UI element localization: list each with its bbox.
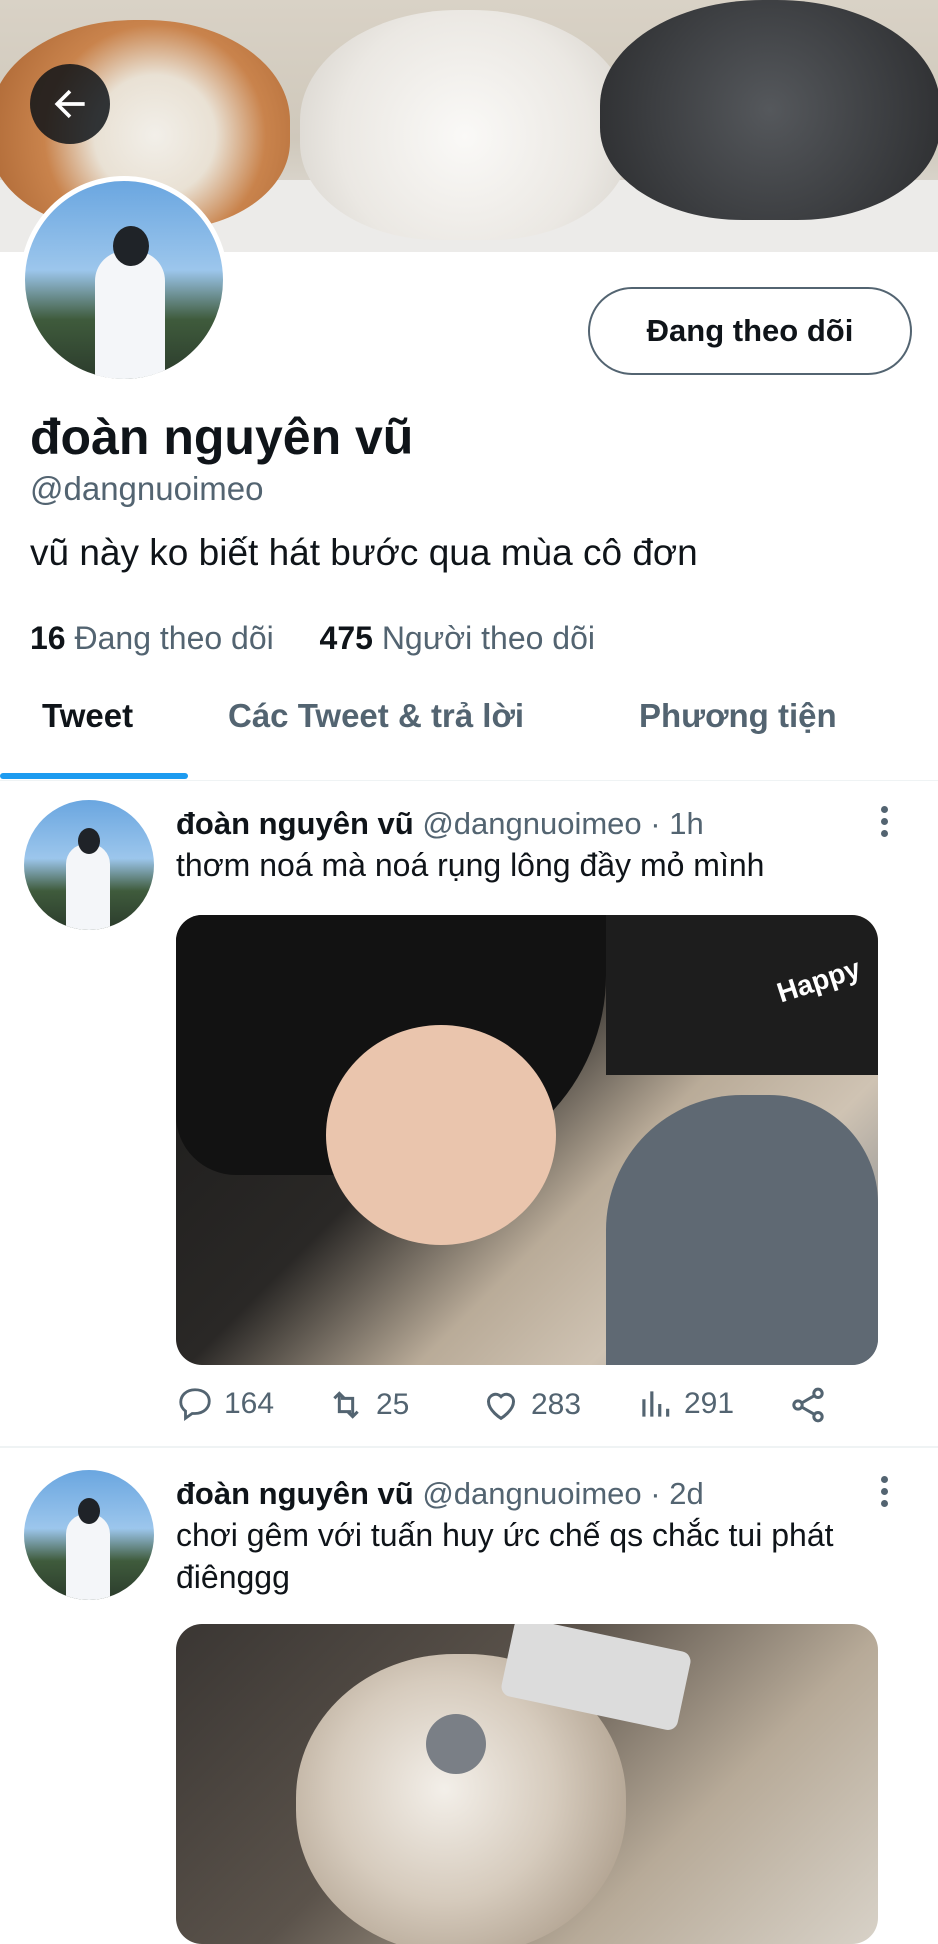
media-headset <box>426 1714 486 1774</box>
tab-media[interactable]: Phương tiện <box>639 680 837 780</box>
tweet-header: đoàn nguyên vũ @dangnuoimeo · 1h <box>176 806 704 842</box>
following-stat[interactable]: 16 Đang theo dõi <box>30 620 283 656</box>
tweet-author-name[interactable]: đoàn nguyên vũ <box>176 1476 414 1511</box>
tweet-avatar[interactable] <box>24 800 154 930</box>
more-vertical-icon[interactable] <box>872 1476 896 1516</box>
avatar-figure <box>66 844 110 930</box>
avatar-figure <box>95 251 165 379</box>
views-icon <box>642 1391 670 1417</box>
arrow-left-icon <box>54 89 85 119</box>
profile-bio: vũ này ko biết hát bước qua mùa cô đơn <box>30 532 698 573</box>
heart-icon <box>487 1392 515 1421</box>
followers-stat[interactable]: 475 Người theo dõi <box>320 620 595 656</box>
share-button[interactable] <box>788 1385 838 1425</box>
tweet-author-name[interactable]: đoàn nguyên vũ <box>176 806 414 841</box>
tweet-time[interactable]: · 1h <box>650 806 703 841</box>
profile-tabs: Tweet Các Tweet & trả lời Phương tiện <box>0 680 938 781</box>
profile-handle: @dangnuoimeo <box>30 470 264 507</box>
tweet-time[interactable]: · 2d <box>650 1476 703 1511</box>
profile-stats: 16 Đang theo dõi 475 Người theo dõi <box>30 620 595 657</box>
followers-label: Người theo dõi <box>381 620 595 656</box>
tweet-avatar[interactable] <box>24 1470 154 1600</box>
tweet-media-image[interactable] <box>176 1624 878 1944</box>
retweet-icon <box>333 1391 359 1419</box>
views-button[interactable]: 291 <box>636 1385 734 1423</box>
avatar-head <box>78 1498 100 1524</box>
reply-icon <box>179 1388 211 1422</box>
tweet-actions: 164 25 283 291 <box>176 1385 876 1435</box>
tweet-media-image[interactable]: Happy <box>176 915 878 1365</box>
like-count: 283 <box>531 1388 582 1421</box>
followers-count: 475 <box>319 620 373 656</box>
like-button[interactable]: 283 <box>481 1385 581 1425</box>
tab-tweets[interactable]: Tweet <box>42 680 133 780</box>
avatar-figure <box>66 1514 110 1600</box>
retweet-count: 25 <box>376 1388 410 1421</box>
avatar-head <box>113 226 149 266</box>
active-tab-indicator <box>0 773 188 779</box>
following-label: Đang theo dõi <box>74 620 274 656</box>
tweet-divider <box>0 1446 938 1448</box>
tweet-text: thơm noá mà noá rụng lông đầy mỏ mình <box>176 847 765 883</box>
tweet-author-handle[interactable]: @dangnuoimeo <box>422 806 641 841</box>
following-count: 16 <box>30 620 66 656</box>
back-button[interactable] <box>30 64 110 144</box>
reply-count: 164 <box>224 1387 275 1420</box>
views-count: 291 <box>684 1387 735 1420</box>
media-cat <box>606 1095 878 1365</box>
banner-cat-gray <box>600 0 938 220</box>
tweet-author-handle[interactable]: @dangnuoimeo <box>422 1476 641 1511</box>
profile-name: đoàn nguyên vũ <box>30 409 414 465</box>
following-button[interactable]: Đang theo dõi <box>588 287 912 375</box>
banner-cat-white <box>300 10 630 240</box>
tab-tweets-and-replies[interactable]: Các Tweet & trả lời <box>228 680 524 780</box>
reply-button[interactable]: 164 <box>176 1385 274 1423</box>
tweet-text: chơi gêm với tuấn huy ức chế qs chắc tui… <box>176 1517 834 1595</box>
more-vertical-icon[interactable] <box>872 806 896 846</box>
share-icon <box>792 1387 824 1423</box>
retweet-button[interactable]: 25 <box>326 1385 409 1425</box>
avatar-head <box>78 828 100 854</box>
media-shirt <box>606 915 878 1075</box>
profile-avatar[interactable] <box>20 176 228 384</box>
media-face <box>326 1025 556 1245</box>
tweet-header: đoàn nguyên vũ @dangnuoimeo · 2d <box>176 1476 704 1512</box>
